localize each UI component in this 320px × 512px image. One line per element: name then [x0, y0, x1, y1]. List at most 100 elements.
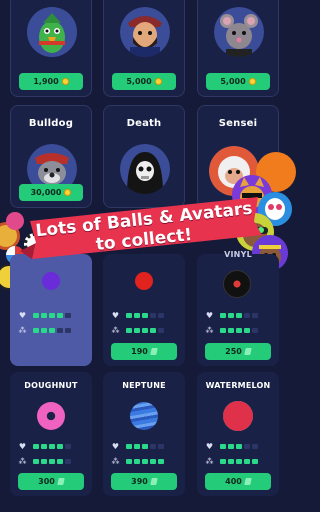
- stat-segment: [244, 313, 250, 318]
- price-label: 1,900: [33, 77, 59, 86]
- stat-segment: [228, 328, 234, 333]
- neptune-ball: [130, 402, 158, 430]
- stat-segment: [126, 444, 132, 449]
- stat-segment: [150, 313, 156, 318]
- life-stat: ♥: [111, 311, 166, 320]
- stat-segment: [126, 313, 132, 318]
- power-bars: [126, 459, 166, 464]
- heart-icon: ♥: [111, 442, 120, 451]
- life-bars: [33, 444, 73, 449]
- stat-segment: [41, 328, 47, 333]
- stat-segment: [220, 444, 226, 449]
- cluster-icon: ⁂: [205, 326, 214, 335]
- price-pill[interactable]: 5,000: [206, 73, 270, 90]
- gem-icon: [150, 348, 158, 355]
- price-label: 390: [131, 477, 148, 486]
- ball-card-red[interactable]: ♥ ⁂ 190: [103, 254, 185, 366]
- doughnut-ball: [37, 402, 65, 430]
- coin-icon: [248, 78, 256, 85]
- life-bars: [220, 313, 260, 318]
- gem-icon: [244, 348, 252, 355]
- ball-name: WATERMELON: [205, 381, 271, 390]
- stat-segment: [49, 328, 55, 333]
- stat-segment: [49, 459, 55, 464]
- stat-segment: [65, 313, 71, 318]
- price-label: 190: [131, 347, 148, 356]
- stat-segment: [41, 459, 47, 464]
- avatar-card-pirate[interactable]: 5,000: [103, 0, 185, 97]
- gem-icon: [244, 478, 252, 485]
- stat-segment: [33, 459, 39, 464]
- stat-segment: [142, 444, 148, 449]
- stat-segment: [41, 313, 47, 318]
- stat-segment: [228, 313, 234, 318]
- ball-card-vinyl[interactable]: VINYL ♥ ⁂ 250: [197, 250, 279, 366]
- stat-segment: [41, 444, 47, 449]
- stat-segment: [65, 444, 71, 449]
- cluster-icon: ⁂: [111, 326, 120, 335]
- life-stat: ♥: [111, 442, 166, 451]
- vinyl-ball: [223, 270, 251, 298]
- heart-icon: ♥: [111, 311, 120, 320]
- coin-icon: [61, 78, 69, 85]
- ball-card-watermelon[interactable]: WATERMELON ♥ ⁂ 400: [197, 372, 279, 496]
- price-pill[interactable]: 1,900: [19, 73, 83, 90]
- stat-segment: [134, 444, 140, 449]
- stat-segment: [220, 313, 226, 318]
- stat-segment: [150, 444, 156, 449]
- gem-icon: [150, 478, 158, 485]
- life-bars: [126, 444, 166, 449]
- heart-icon: ♥: [205, 311, 214, 320]
- stat-segment: [65, 328, 71, 333]
- avatar-card-parrot[interactable]: 1,900: [10, 0, 92, 97]
- stat-segment: [220, 328, 226, 333]
- stat-segment: [57, 328, 63, 333]
- price-pill[interactable]: 390: [111, 473, 177, 490]
- cluster-icon: ⁂: [111, 457, 120, 466]
- stat-segment: [228, 459, 234, 464]
- stat-segment: [158, 444, 164, 449]
- ball-card-doughnut[interactable]: DOUGHNUT ♥ ⁂ 300: [10, 372, 92, 496]
- avatar-card-rat[interactable]: 5,000: [197, 0, 279, 97]
- stat-segment: [49, 444, 55, 449]
- power-bars: [126, 328, 166, 333]
- watermelon-ball-large: [223, 401, 253, 431]
- ball-name: NEPTUNE: [122, 381, 166, 390]
- ball-card-selected[interactable]: ♥ ⁂: [10, 254, 92, 366]
- stat-segment: [142, 313, 148, 318]
- stat-segment: [252, 313, 258, 318]
- price-pill[interactable]: 190: [111, 343, 177, 360]
- power-bars: [33, 328, 73, 333]
- price-pill[interactable]: 300: [18, 473, 84, 490]
- stat-segment: [236, 459, 242, 464]
- stat-segment: [142, 459, 148, 464]
- stat-segment: [57, 313, 63, 318]
- stat-segment: [158, 328, 164, 333]
- ball-card-neptune[interactable]: NEPTUNE ♥ ⁂ 390: [103, 372, 185, 496]
- heart-icon: ♥: [18, 311, 27, 320]
- stat-segment: [236, 444, 242, 449]
- promo-banner: Lots of Balls & Avatars to collect!: [8, 191, 280, 265]
- stat-segment: [252, 459, 258, 464]
- stat-segment: [142, 328, 148, 333]
- power-stat: ⁂: [205, 457, 260, 466]
- stat-segment: [236, 328, 242, 333]
- stat-segment: [150, 459, 156, 464]
- life-stat: ♥: [18, 442, 73, 451]
- stat-segment: [33, 313, 39, 318]
- coin-icon: [154, 78, 162, 85]
- stat-segment: [126, 328, 132, 333]
- stat-segment: [150, 328, 156, 333]
- price-pill[interactable]: 400: [205, 473, 271, 490]
- stat-segment: [244, 459, 250, 464]
- stat-segment: [33, 444, 39, 449]
- avatar-name: Death: [126, 118, 162, 129]
- price-label: 5,000: [126, 77, 152, 86]
- power-stat: ⁂: [18, 457, 73, 466]
- power-stat: ⁂: [111, 457, 166, 466]
- price-pill[interactable]: 5,000: [112, 73, 176, 90]
- price-pill[interactable]: 250: [205, 343, 271, 360]
- avatar-name: Sensei: [218, 118, 258, 129]
- price-label: 5,000: [220, 77, 246, 86]
- rat-avatar: [214, 7, 264, 57]
